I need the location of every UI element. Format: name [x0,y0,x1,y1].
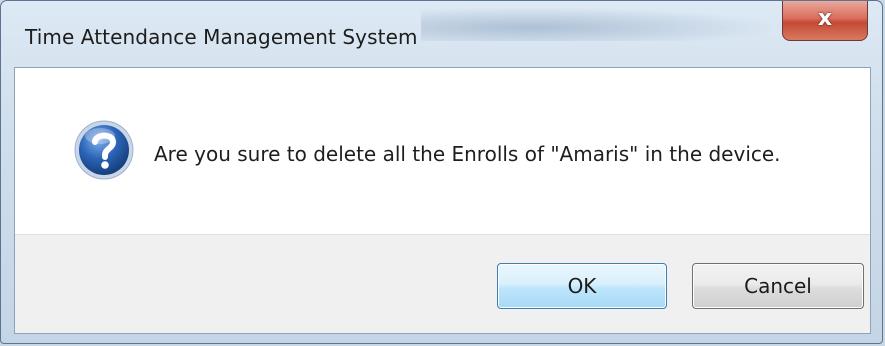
title-bar[interactable]: Time Attendance Management System x [1,1,882,67]
ok-button[interactable]: OK [497,263,667,309]
title-bar-background [421,7,781,41]
confirmation-message: Are you sure to delete all the Enrolls o… [154,142,781,166]
button-bar: OK Cancel [15,234,870,333]
cancel-button[interactable]: Cancel [692,263,864,309]
window-title: Time Attendance Management System [25,25,418,49]
close-icon: x [817,6,833,31]
message-area: Are you sure to delete all the Enrolls o… [15,68,870,234]
question-icon [73,119,135,181]
confirm-dialog: Time Attendance Management System x Are … [0,0,883,344]
close-button[interactable]: x [782,1,868,41]
dialog-content: Are you sure to delete all the Enrolls o… [14,67,871,334]
